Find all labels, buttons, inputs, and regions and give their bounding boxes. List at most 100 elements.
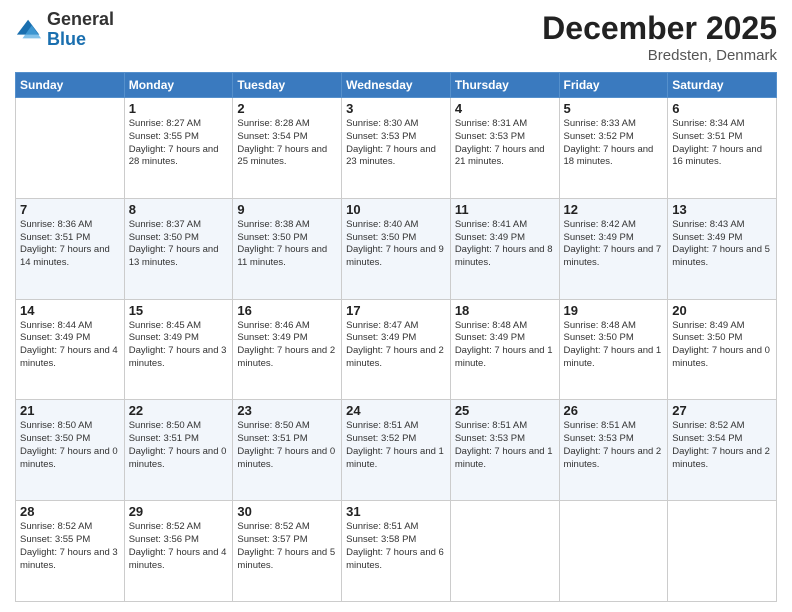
day-number: 6: [672, 101, 772, 116]
calendar-cell: [559, 501, 668, 602]
day-info: Sunrise: 8:50 AMSunset: 3:51 PMDaylight:…: [129, 420, 229, 471]
calendar-cell: 28 Sunrise: 8:52 AMSunset: 3:55 PMDayligh…: [16, 501, 125, 602]
calendar-cell: 25 Sunrise: 8:51 AMSunset: 3:53 PMDayligh…: [450, 400, 559, 501]
day-info: Sunrise: 8:41 AMSunset: 3:49 PMDaylight:…: [455, 219, 555, 270]
day-number: 16: [237, 303, 337, 318]
day-number: 30: [237, 504, 337, 519]
calendar-cell: [16, 98, 125, 199]
page: General Blue December 2025 Bredsten, Den…: [0, 0, 792, 612]
calendar-week-5: 28 Sunrise: 8:52 AMSunset: 3:55 PMDayligh…: [16, 501, 777, 602]
day-info: Sunrise: 8:51 AMSunset: 3:58 PMDaylight:…: [346, 521, 446, 572]
day-header-thursday: Thursday: [450, 73, 559, 98]
day-info: Sunrise: 8:49 AMSunset: 3:50 PMDaylight:…: [672, 320, 772, 371]
day-info: Sunrise: 8:40 AMSunset: 3:50 PMDaylight:…: [346, 219, 446, 270]
subtitle: Bredsten, Denmark: [542, 47, 777, 64]
calendar-cell: 5 Sunrise: 8:33 AMSunset: 3:52 PMDaylight…: [559, 98, 668, 199]
day-info: Sunrise: 8:52 AMSunset: 3:57 PMDaylight:…: [237, 521, 337, 572]
day-header-sunday: Sunday: [16, 73, 125, 98]
day-number: 19: [564, 303, 664, 318]
day-info: Sunrise: 8:51 AMSunset: 3:53 PMDaylight:…: [455, 420, 555, 471]
calendar-cell: 30 Sunrise: 8:52 AMSunset: 3:57 PMDayligh…: [233, 501, 342, 602]
calendar-cell: 23 Sunrise: 8:50 AMSunset: 3:51 PMDayligh…: [233, 400, 342, 501]
calendar-cell: 12 Sunrise: 8:42 AMSunset: 3:49 PMDayligh…: [559, 198, 668, 299]
day-number: 11: [455, 202, 555, 217]
calendar-cell: 15 Sunrise: 8:45 AMSunset: 3:49 PMDayligh…: [124, 299, 233, 400]
calendar-cell: 31 Sunrise: 8:51 AMSunset: 3:58 PMDayligh…: [342, 501, 451, 602]
day-info: Sunrise: 8:52 AMSunset: 3:54 PMDaylight:…: [672, 420, 772, 471]
day-info: Sunrise: 8:47 AMSunset: 3:49 PMDaylight:…: [346, 320, 446, 371]
day-info: Sunrise: 8:45 AMSunset: 3:49 PMDaylight:…: [129, 320, 229, 371]
calendar-cell: 8Sunrise: 8:37 AMSunset: 3:50 PMDaylight…: [124, 198, 233, 299]
day-number: 9: [237, 202, 337, 217]
day-info: Sunrise: 8:52 AMSunset: 3:56 PMDaylight:…: [129, 521, 229, 572]
calendar-cell: 22 Sunrise: 8:50 AMSunset: 3:51 PMDayligh…: [124, 400, 233, 501]
calendar-table: SundayMondayTuesdayWednesdayThursdayFrid…: [15, 72, 777, 602]
day-info: Sunrise: 8:33 AMSunset: 3:52 PMDaylight:…: [564, 118, 664, 169]
day-header-saturday: Saturday: [668, 73, 777, 98]
day-info: Sunrise: 8:42 AMSunset: 3:49 PMDaylight:…: [564, 219, 664, 270]
day-number: 12: [564, 202, 664, 217]
calendar-cell: 29 Sunrise: 8:52 AMSunset: 3:56 PMDayligh…: [124, 501, 233, 602]
day-number: 31: [346, 504, 446, 519]
day-info: Sunrise: 8:50 AMSunset: 3:51 PMDaylight:…: [237, 420, 337, 471]
calendar-cell: 2 Sunrise: 8:28 AMSunset: 3:54 PMDaylight…: [233, 98, 342, 199]
main-title: December 2025: [542, 10, 777, 47]
calendar-cell: [668, 501, 777, 602]
calendar-cell: 3Sunrise: 8:30 AMSunset: 3:53 PMDaylight…: [342, 98, 451, 199]
day-info: Sunrise: 8:31 AMSunset: 3:53 PMDaylight:…: [455, 118, 555, 169]
day-number: 23: [237, 403, 337, 418]
day-number: 5: [564, 101, 664, 116]
calendar-cell: 6 Sunrise: 8:34 AMSunset: 3:51 PMDaylight…: [668, 98, 777, 199]
day-number: 2: [237, 101, 337, 116]
calendar-cell: 26Sunrise: 8:51 AMSunset: 3:53 PMDayligh…: [559, 400, 668, 501]
day-info: Sunrise: 8:48 AMSunset: 3:50 PMDaylight:…: [564, 320, 664, 371]
day-info: Sunrise: 8:51 AMSunset: 3:53 PMDaylight:…: [564, 420, 664, 471]
day-info: Sunrise: 8:48 AMSunset: 3:49 PMDaylight:…: [455, 320, 555, 371]
calendar-cell: 21Sunrise: 8:50 AMSunset: 3:50 PMDayligh…: [16, 400, 125, 501]
day-number: 25: [455, 403, 555, 418]
day-number: 13: [672, 202, 772, 217]
calendar-cell: 24 Sunrise: 8:51 AMSunset: 3:52 PMDayligh…: [342, 400, 451, 501]
calendar-week-3: 14 Sunrise: 8:44 AMSunset: 3:49 PMDayligh…: [16, 299, 777, 400]
header: General Blue December 2025 Bredsten, Den…: [15, 10, 777, 64]
calendar-week-4: 21Sunrise: 8:50 AMSunset: 3:50 PMDayligh…: [16, 400, 777, 501]
calendar-cell: 10 Sunrise: 8:40 AMSunset: 3:50 PMDayligh…: [342, 198, 451, 299]
calendar-cell: 17Sunrise: 8:47 AMSunset: 3:49 PMDayligh…: [342, 299, 451, 400]
day-info: Sunrise: 8:38 AMSunset: 3:50 PMDaylight:…: [237, 219, 337, 270]
calendar-header-row: SundayMondayTuesdayWednesdayThursdayFrid…: [16, 73, 777, 98]
day-info: Sunrise: 8:51 AMSunset: 3:52 PMDaylight:…: [346, 420, 446, 471]
calendar-cell: [450, 501, 559, 602]
calendar-cell: 14 Sunrise: 8:44 AMSunset: 3:49 PMDayligh…: [16, 299, 125, 400]
day-header-friday: Friday: [559, 73, 668, 98]
day-number: 1: [129, 101, 229, 116]
logo: General Blue: [15, 10, 114, 50]
calendar-cell: 9 Sunrise: 8:38 AMSunset: 3:50 PMDaylight…: [233, 198, 342, 299]
day-number: 24: [346, 403, 446, 418]
day-number: 27: [672, 403, 772, 418]
day-number: 22: [129, 403, 229, 418]
logo-blue-text: Blue: [47, 30, 114, 50]
day-number: 29: [129, 504, 229, 519]
day-number: 15: [129, 303, 229, 318]
day-number: 28: [20, 504, 120, 519]
day-number: 18: [455, 303, 555, 318]
day-number: 21: [20, 403, 120, 418]
calendar-week-1: 1 Sunrise: 8:27 AMSunset: 3:55 PMDaylight…: [16, 98, 777, 199]
calendar-cell: 27 Sunrise: 8:52 AMSunset: 3:54 PMDayligh…: [668, 400, 777, 501]
calendar-cell: 13Sunrise: 8:43 AMSunset: 3:49 PMDayligh…: [668, 198, 777, 299]
day-header-wednesday: Wednesday: [342, 73, 451, 98]
calendar-cell: 20Sunrise: 8:49 AMSunset: 3:50 PMDayligh…: [668, 299, 777, 400]
logo-text: General Blue: [47, 10, 114, 50]
logo-icon: [15, 16, 43, 44]
day-number: 7: [20, 202, 120, 217]
calendar-cell: 19 Sunrise: 8:48 AMSunset: 3:50 PMDayligh…: [559, 299, 668, 400]
day-info: Sunrise: 8:44 AMSunset: 3:49 PMDaylight:…: [20, 320, 120, 371]
day-number: 10: [346, 202, 446, 217]
calendar-cell: 4Sunrise: 8:31 AMSunset: 3:53 PMDaylight…: [450, 98, 559, 199]
calendar-cell: 7Sunrise: 8:36 AMSunset: 3:51 PMDaylight…: [16, 198, 125, 299]
day-info: Sunrise: 8:34 AMSunset: 3:51 PMDaylight:…: [672, 118, 772, 169]
day-info: Sunrise: 8:28 AMSunset: 3:54 PMDaylight:…: [237, 118, 337, 169]
day-info: Sunrise: 8:27 AMSunset: 3:55 PMDaylight:…: [129, 118, 229, 169]
day-number: 14: [20, 303, 120, 318]
day-info: Sunrise: 8:52 AMSunset: 3:55 PMDaylight:…: [20, 521, 120, 572]
